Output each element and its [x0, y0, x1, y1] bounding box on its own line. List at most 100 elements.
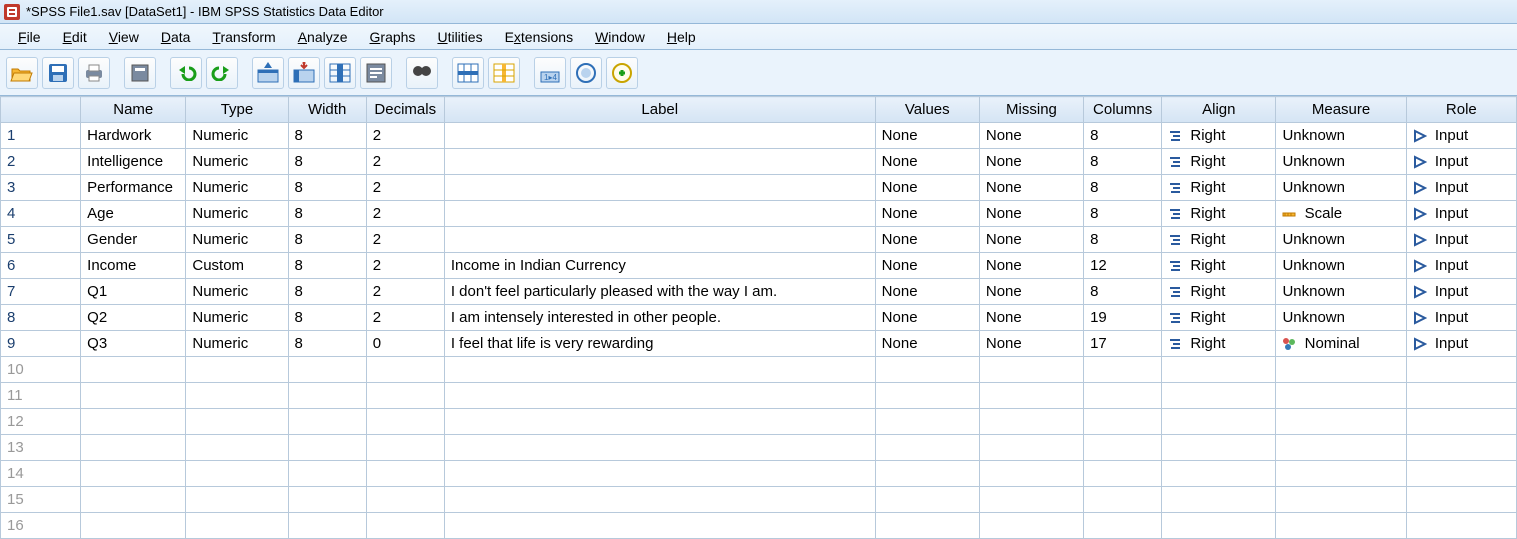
- cell-align[interactable]: Right: [1162, 253, 1276, 279]
- menu-file[interactable]: File: [8, 26, 51, 48]
- recall-dialog-icon[interactable]: [124, 57, 156, 89]
- cell-missing[interactable]: None: [979, 123, 1083, 149]
- cell-values[interactable]: None: [875, 305, 979, 331]
- cell-missing[interactable]: None: [979, 149, 1083, 175]
- cell-decimals[interactable]: 2: [366, 149, 444, 175]
- header-width[interactable]: Width: [288, 97, 366, 123]
- cell-role[interactable]: Input: [1406, 123, 1516, 149]
- cell-align[interactable]: Right: [1162, 201, 1276, 227]
- insert-variable-icon[interactable]: [488, 57, 520, 89]
- cell-role[interactable]: Input: [1406, 201, 1516, 227]
- cell-name[interactable]: Q3: [81, 331, 186, 357]
- menu-extensions[interactable]: Extensions: [495, 26, 584, 48]
- cell-role[interactable]: Input: [1406, 149, 1516, 175]
- cell-label[interactable]: [444, 227, 875, 253]
- cell-type[interactable]: Numeric: [186, 175, 288, 201]
- cell-columns[interactable]: 8: [1084, 227, 1162, 253]
- menu-data[interactable]: Data: [151, 26, 201, 48]
- cell-decimals[interactable]: 2: [366, 123, 444, 149]
- cell-name[interactable]: Intelligence: [81, 149, 186, 175]
- cell-columns[interactable]: 8: [1084, 201, 1162, 227]
- cell-values[interactable]: None: [875, 149, 979, 175]
- redo-icon[interactable]: [206, 57, 238, 89]
- menu-utilities[interactable]: Utilities: [427, 26, 492, 48]
- cell-columns[interactable]: 8: [1084, 149, 1162, 175]
- cell-width[interactable]: 8: [288, 201, 366, 227]
- row-number[interactable]: 15: [1, 487, 81, 513]
- cell-missing[interactable]: None: [979, 331, 1083, 357]
- cell-decimals[interactable]: 0: [366, 331, 444, 357]
- goto-variable-icon[interactable]: [288, 57, 320, 89]
- goto-case-icon[interactable]: [252, 57, 284, 89]
- cell-type[interactable]: Numeric: [186, 279, 288, 305]
- cell-width[interactable]: 8: [288, 305, 366, 331]
- cell-name[interactable]: Q2: [81, 305, 186, 331]
- cell-missing[interactable]: None: [979, 175, 1083, 201]
- weight-cases-icon[interactable]: [570, 57, 602, 89]
- cell-type[interactable]: Numeric: [186, 305, 288, 331]
- cell-align[interactable]: Right: [1162, 227, 1276, 253]
- header-role[interactable]: Role: [1406, 97, 1516, 123]
- cell-align[interactable]: Right: [1162, 175, 1276, 201]
- row-number[interactable]: 16: [1, 513, 81, 539]
- cell-name[interactable]: Hardwork: [81, 123, 186, 149]
- menu-graphs[interactable]: Graphs: [360, 26, 426, 48]
- cell-name[interactable]: Income: [81, 253, 186, 279]
- cell-type[interactable]: Numeric: [186, 123, 288, 149]
- cell-label[interactable]: [444, 123, 875, 149]
- header-align[interactable]: Align: [1162, 97, 1276, 123]
- undo-icon[interactable]: [170, 57, 202, 89]
- cell-missing[interactable]: None: [979, 201, 1083, 227]
- row-number[interactable]: 11: [1, 383, 81, 409]
- cell-label[interactable]: I am intensely interested in other peopl…: [444, 305, 875, 331]
- header-values[interactable]: Values: [875, 97, 979, 123]
- cell-type[interactable]: Numeric: [186, 331, 288, 357]
- header-columns[interactable]: Columns: [1084, 97, 1162, 123]
- header-name[interactable]: Name: [81, 97, 186, 123]
- cell-decimals[interactable]: 2: [366, 201, 444, 227]
- row-number[interactable]: 4: [1, 201, 81, 227]
- cell-name[interactable]: Q1: [81, 279, 186, 305]
- cell-name[interactable]: Age: [81, 201, 186, 227]
- insert-cases-icon[interactable]: [452, 57, 484, 89]
- cell-role[interactable]: Input: [1406, 253, 1516, 279]
- cell-type[interactable]: Numeric: [186, 149, 288, 175]
- cell-name[interactable]: Performance: [81, 175, 186, 201]
- cell-columns[interactable]: 17: [1084, 331, 1162, 357]
- menu-window[interactable]: Window: [585, 26, 655, 48]
- cell-role[interactable]: Input: [1406, 227, 1516, 253]
- row-number[interactable]: 1: [1, 123, 81, 149]
- variables-icon[interactable]: [324, 57, 356, 89]
- select-cases-icon[interactable]: [606, 57, 638, 89]
- menu-transform[interactable]: Transform: [202, 26, 285, 48]
- cell-name[interactable]: Gender: [81, 227, 186, 253]
- cell-align[interactable]: Right: [1162, 123, 1276, 149]
- row-number[interactable]: 7: [1, 279, 81, 305]
- cell-role[interactable]: Input: [1406, 305, 1516, 331]
- cell-values[interactable]: None: [875, 331, 979, 357]
- cell-decimals[interactable]: 2: [366, 175, 444, 201]
- cell-type[interactable]: Numeric: [186, 227, 288, 253]
- cell-width[interactable]: 8: [288, 331, 366, 357]
- cell-values[interactable]: None: [875, 123, 979, 149]
- cell-align[interactable]: Right: [1162, 149, 1276, 175]
- cell-label[interactable]: [444, 175, 875, 201]
- save-icon[interactable]: [42, 57, 74, 89]
- cell-label[interactable]: I don't feel particularly pleased with t…: [444, 279, 875, 305]
- cell-values[interactable]: None: [875, 227, 979, 253]
- row-number[interactable]: 3: [1, 175, 81, 201]
- datagrid[interactable]: Name Type Width Decimals Label Values Mi…: [0, 96, 1517, 539]
- cell-width[interactable]: 8: [288, 149, 366, 175]
- cell-label[interactable]: I feel that life is very rewarding: [444, 331, 875, 357]
- menu-help[interactable]: Help: [657, 26, 706, 48]
- cell-role[interactable]: Input: [1406, 279, 1516, 305]
- cell-measure[interactable]: Unknown: [1276, 227, 1406, 253]
- cell-measure[interactable]: Unknown: [1276, 149, 1406, 175]
- cell-role[interactable]: Input: [1406, 331, 1516, 357]
- cell-label[interactable]: [444, 201, 875, 227]
- cell-decimals[interactable]: 2: [366, 253, 444, 279]
- cell-align[interactable]: Right: [1162, 305, 1276, 331]
- header-decimals[interactable]: Decimals: [366, 97, 444, 123]
- cell-width[interactable]: 8: [288, 175, 366, 201]
- cell-missing[interactable]: None: [979, 305, 1083, 331]
